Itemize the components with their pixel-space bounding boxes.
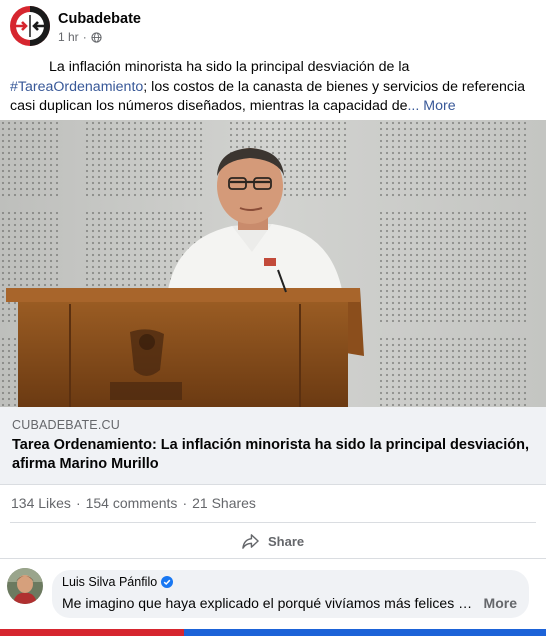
- post-photo[interactable]: [0, 120, 546, 407]
- post-time[interactable]: 1 hr: [58, 30, 79, 44]
- commenter-avatar[interactable]: [7, 568, 43, 604]
- verified-badge-icon: [161, 576, 174, 588]
- comment-bubble: Luis Silva Pánfilo Me imagino que haya e…: [52, 570, 529, 618]
- comments-count[interactable]: 154 comments: [86, 495, 178, 511]
- see-more-link[interactable]: More: [423, 98, 455, 114]
- share-button[interactable]: Share: [241, 530, 304, 552]
- stats-separator: ·: [182, 495, 188, 511]
- avatar: [7, 568, 43, 604]
- bottom-accent-bar: [0, 629, 546, 636]
- comment-text: Me imagino que haya explicado el porqué …: [62, 595, 473, 611]
- divider: [0, 558, 546, 559]
- comment-author[interactable]: Luis Silva Pánfilo: [62, 575, 157, 589]
- page-name[interactable]: Cubadebate: [58, 11, 141, 27]
- comment-see-more[interactable]: More: [484, 595, 517, 611]
- shares-count[interactable]: 21 Shares: [192, 495, 256, 511]
- post-header: Cubadebate 1 hr ·: [0, 0, 546, 52]
- share-arrow-icon: [242, 533, 259, 549]
- speaker-at-podium-image: [0, 120, 546, 407]
- engagement-stats: 134 Likes · 154 comments · 21 Shares: [11, 495, 256, 511]
- caption-ellipsis: ...: [407, 98, 420, 114]
- likes-count[interactable]: 134 Likes: [11, 495, 71, 511]
- share-label: Share: [268, 533, 305, 549]
- comment-author-row: Luis Silva Pánfilo: [62, 575, 174, 589]
- globe-icon: [91, 31, 102, 43]
- cubadebate-logo-icon[interactable]: [10, 6, 50, 46]
- caption-text: La inflación minorista ha sido la princi…: [49, 59, 410, 75]
- stats-separator: ·: [75, 495, 81, 511]
- link-domain: CUBADEBATE.CU: [12, 418, 120, 432]
- hashtag-link[interactable]: #TareaOrdenamiento: [10, 79, 143, 95]
- link-preview[interactable]: CUBADEBATE.CU Tarea Ordenamiento: La inf…: [0, 407, 546, 485]
- post-caption: La inflación minorista ha sido la princi…: [10, 58, 538, 117]
- link-title[interactable]: Tarea Ordenamiento: La inflación minoris…: [12, 436, 537, 473]
- post-meta: 1 hr ·: [58, 30, 102, 44]
- divider: [10, 522, 536, 523]
